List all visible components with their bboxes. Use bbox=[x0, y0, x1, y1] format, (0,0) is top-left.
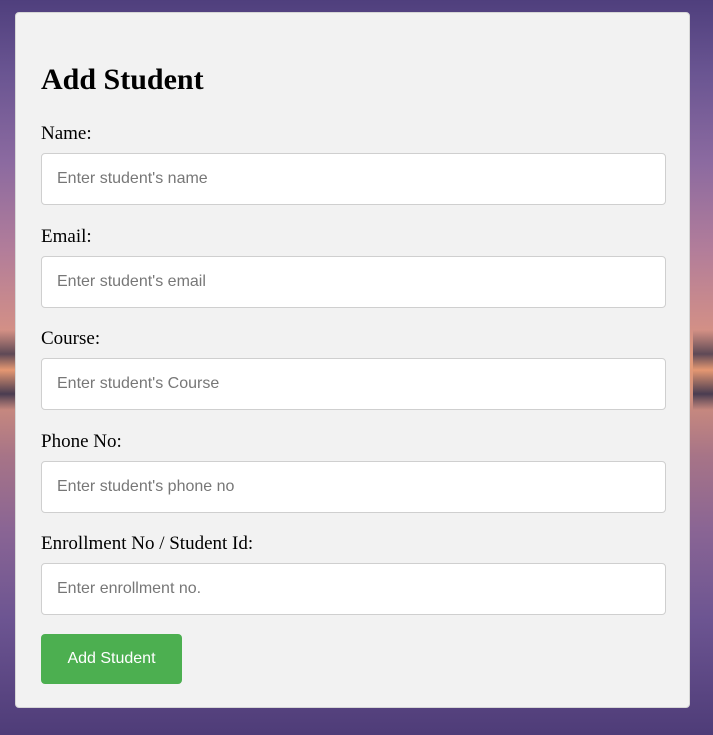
add-student-form-card: Add Student Name: Email: Course: Phone N… bbox=[15, 12, 690, 708]
name-input[interactable] bbox=[41, 153, 666, 205]
phone-label: Phone No: bbox=[41, 431, 122, 452]
course-input[interactable] bbox=[41, 358, 666, 410]
email-label: Email: bbox=[41, 226, 92, 247]
name-field-group: Name: bbox=[41, 123, 666, 205]
enrollment-label: Enrollment No / Student Id: bbox=[41, 533, 254, 554]
background-horizon-right bbox=[693, 330, 713, 410]
email-field-group: Email: bbox=[41, 226, 666, 308]
course-label: Course: bbox=[41, 328, 101, 349]
enrollment-field-group: Enrollment No / Student Id: bbox=[41, 533, 666, 615]
email-input[interactable] bbox=[41, 256, 666, 308]
enrollment-input[interactable] bbox=[41, 563, 666, 615]
phone-field-group: Phone No: bbox=[41, 431, 666, 513]
phone-input[interactable] bbox=[41, 461, 666, 513]
add-student-button[interactable]: Add Student bbox=[41, 634, 182, 684]
name-label: Name: bbox=[41, 123, 92, 144]
form-title: Add Student bbox=[41, 63, 204, 96]
course-field-group: Course: bbox=[41, 328, 666, 410]
